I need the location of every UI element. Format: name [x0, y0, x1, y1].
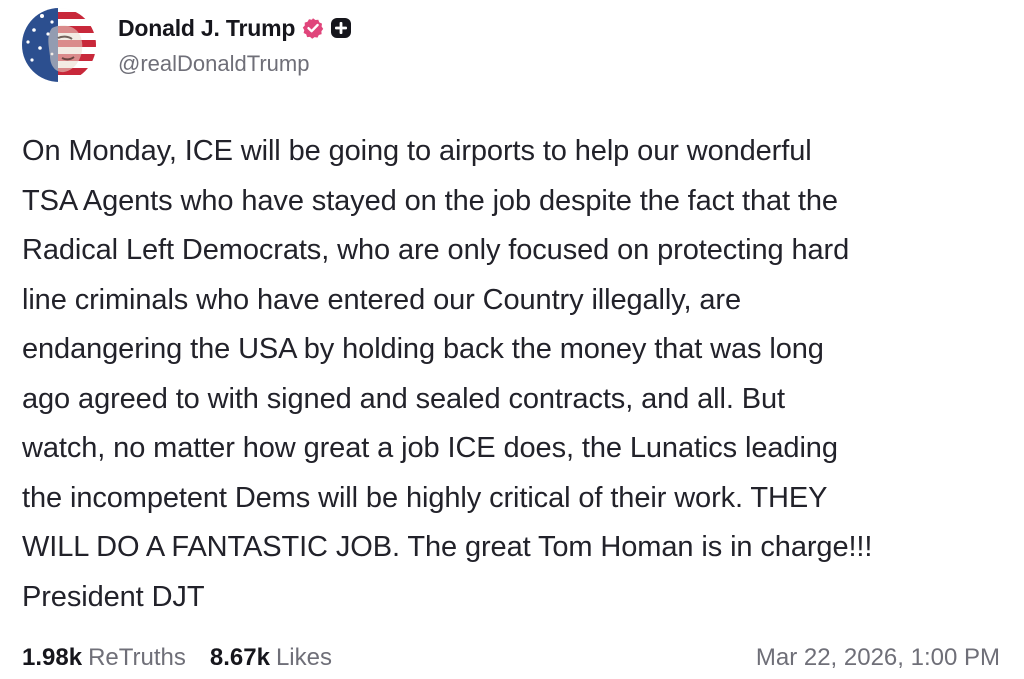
likes-count: 8.67k [209, 644, 270, 671]
name-row: Donald J. Trump [118, 12, 352, 44]
likes-label: Likes [275, 644, 332, 671]
retruths-count: 1.98k [22, 644, 83, 671]
avatar[interactable] [22, 8, 96, 82]
author-header: Donald J. Trump @realDonaldTrump [118, 12, 352, 77]
retruths-stat[interactable]: 1.98k ReTruths [22, 644, 186, 672]
flag-portrait-avatar-icon [22, 8, 96, 82]
post-card: Donald J. Trump @realDonaldTrump On Mond… [0, 0, 1024, 679]
display-name[interactable]: Donald J. Trump [118, 15, 295, 42]
post-footer: 1.98k ReTruths 8.67k Likes Mar 22, 2026,… [22, 640, 1000, 676]
plus-badge-icon [330, 17, 352, 39]
post-text: On Monday, ICE will be going to airports… [22, 135, 873, 613]
post-timestamp[interactable]: Mar 22, 2026, 1:00 PM [756, 644, 1000, 672]
handle[interactable]: @realDonaldTrump [118, 51, 352, 77]
retruths-label: ReTruths [88, 644, 186, 671]
likes-stat[interactable]: 8.67k Likes [210, 644, 332, 672]
verified-badge-icon [302, 17, 324, 39]
